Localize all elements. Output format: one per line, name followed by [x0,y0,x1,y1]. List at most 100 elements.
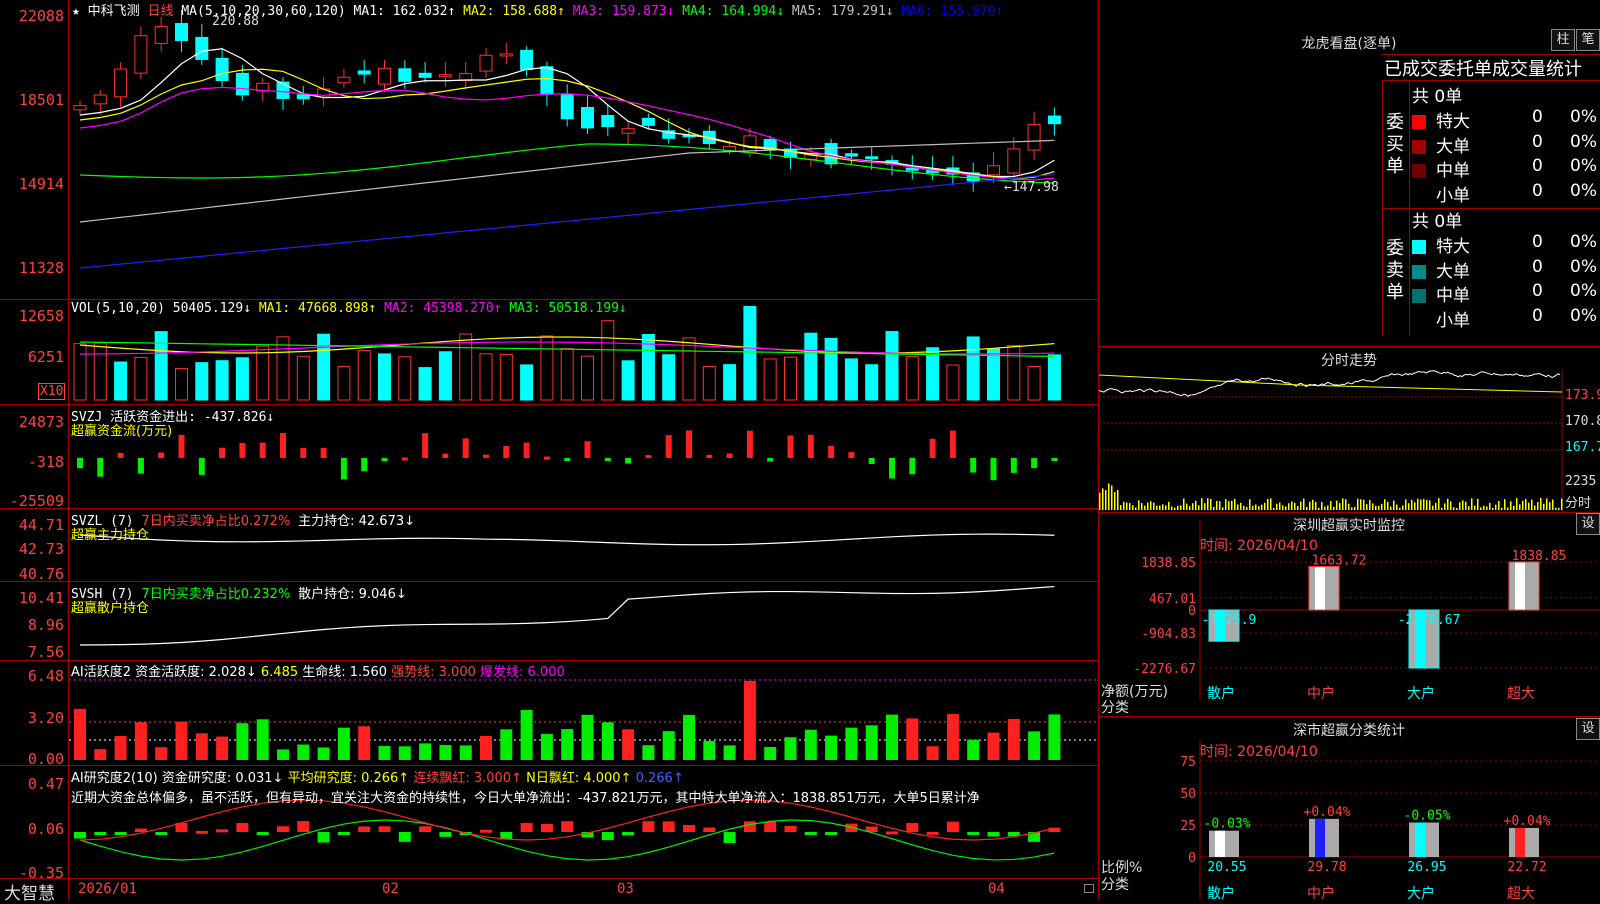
dragon-label-border [1409,80,1410,336]
research-bar [946,821,959,832]
lock-icon[interactable] [1084,884,1094,893]
intraday-volume-bar [1369,500,1371,510]
class-y-tick: 0 [1188,851,1196,866]
volume-bar [337,366,351,401]
favorite-star-icon[interactable]: ★ [72,4,80,19]
candle-body [175,23,188,42]
volume-bar [418,367,432,401]
class-bar-超大 [1509,827,1539,857]
intraday-volume-bar [1318,507,1320,510]
level-swatch [1412,188,1426,203]
research-bar [662,821,675,832]
ai-research-title: AI研究度2(10) 资金研究度: 0.031↓ [71,771,284,786]
research-bar [540,823,553,832]
activity-bar [378,745,391,760]
class-value-label: 26.95 [1407,860,1446,875]
ma5-line [79,139,1055,223]
activity-bar [906,718,919,760]
svsh-y-label-1: 10.41 [18,589,64,607]
intraday-volume-bar [1138,500,1140,510]
flow-bar [604,458,611,461]
bar-view-button[interactable]: 柱 [1551,29,1575,51]
activity-bar [480,735,492,760]
intraday-volume-bar [1411,499,1413,510]
activity-bar [987,732,1000,760]
period-label[interactable]: 日线 [148,4,174,19]
intraday-volume-bar [1291,501,1293,510]
activity-bar [155,747,168,760]
class-category-label: 超大 [1507,886,1535,900]
candle-body [1027,123,1041,151]
level-row-特大: 特大 0 0% [1412,107,1598,132]
activity-bar [601,722,614,760]
research-bar [987,832,1000,837]
candle-body [865,156,879,160]
tab-executed-orders[interactable]: 已成交委托单 [1384,59,1492,80]
vol-header: VOL(5,10,20) 50405.129↓ MA1: 47668.898↑ … [71,301,627,316]
intraday-volume-bar [1486,506,1488,510]
volume-bar [743,305,757,401]
pen-view-button[interactable]: 笔 [1576,29,1600,51]
intraday-volume-bar [1441,507,1443,510]
intraday-volume-bar [1426,499,1428,510]
intraday-volume-bar [1552,499,1554,510]
svsh-hold: 散户持仓: 9.046↓ [298,587,407,602]
level-name: 特大 [1436,112,1470,132]
intraday-volume-bar [1372,503,1374,510]
flow-bar [239,442,246,458]
intraday-volume-bar [1450,501,1452,510]
flow-bar [706,454,713,458]
activity-bar [297,744,310,760]
class-bar-highlight [1215,830,1225,857]
activity-bar [114,736,127,760]
level-count: 0 [1532,107,1543,127]
flow-bar [117,452,124,458]
research-bar [622,832,635,836]
intraday-volume-bar [1195,500,1197,510]
volume-bar [235,357,249,401]
svzl-hold: 主力持仓: 42.673↓ [298,514,416,529]
candle-body [418,72,432,78]
kline-chart-canvas[interactable] [0,0,1098,900]
volume-bar [215,360,229,401]
flow-bar [158,452,165,458]
intraday-volume-bar [1147,502,1149,510]
activity-bar [1048,714,1061,760]
intraday-volume-bar [1276,503,1278,510]
intraday-volume-bar [1135,507,1137,510]
brand-logo: 大智慧 [4,884,55,904]
flow-bar [868,458,875,465]
volume-bar [459,333,473,401]
candle-body [520,49,534,71]
intraday-volume-bar [1159,505,1161,510]
intraday-volume-bar [1465,501,1467,510]
main-y-label-3: 14914 [18,175,64,193]
vol-ma3: MA3: 50518.199↓ [509,301,627,316]
flow-bar [929,438,936,458]
class-top-border [1099,716,1600,717]
candle-body [581,107,594,129]
candle-body [378,67,391,85]
activity-bar [134,722,147,760]
intraday-volume-bar [1336,500,1338,510]
intraday-chart[interactable] [1099,370,1600,512]
level-swatch [1412,289,1426,303]
class-category-label: 中户 [1307,885,1335,900]
class-value-label: 20.55 [1207,860,1246,875]
intraday-volume-bar [1213,506,1215,510]
intraday-volume-bar [1456,507,1458,510]
svzl-y-label-1: 44.71 [18,516,64,534]
intraday-volume-bar [1396,504,1398,510]
activity-bar [337,727,350,760]
research-bar [94,832,107,835]
tab-volume-stats[interactable]: 成交量统计 [1492,59,1582,80]
activity-bar [419,743,432,760]
research-y-label-1: 0.47 [27,775,64,793]
research-bar [114,832,127,835]
flow-bar [361,458,368,472]
intraday-volume-bar [1528,502,1530,510]
class-category-label: 大户 [1407,885,1435,900]
intraday-volume-bar [1495,504,1497,510]
intraday-volume-bar [1105,490,1107,510]
activity-bar [784,737,797,760]
